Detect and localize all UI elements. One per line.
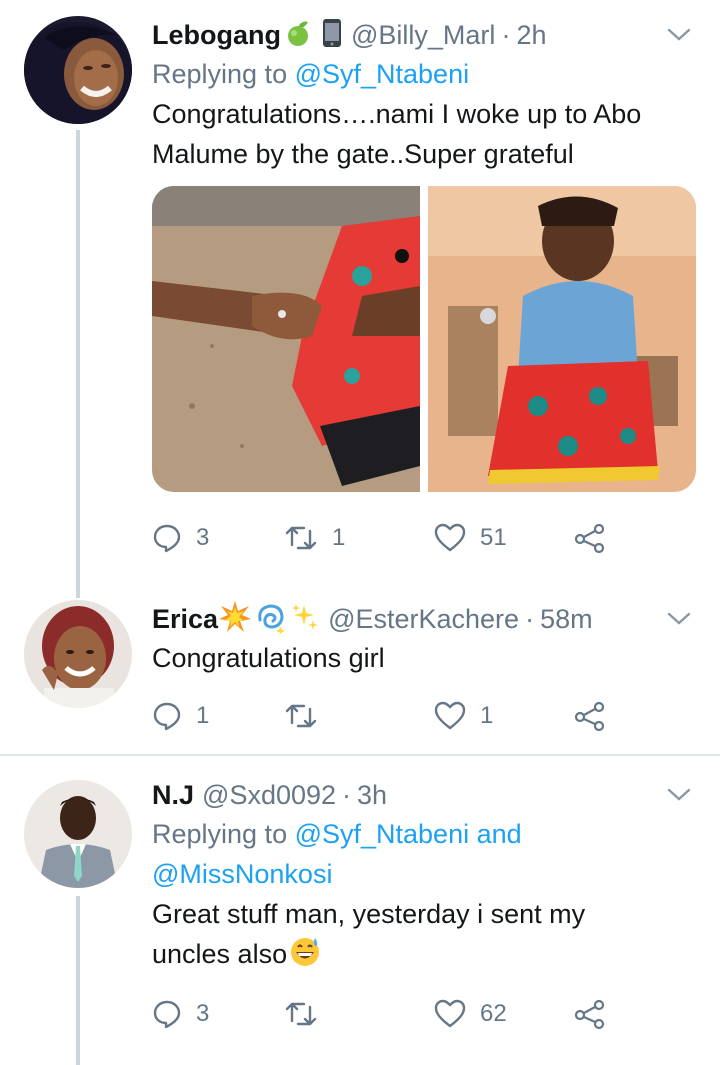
tweet-divider — [0, 754, 720, 756]
reply-count: 3 — [196, 524, 210, 551]
display-name[interactable]: N.J — [152, 780, 194, 811]
tweet-text: Congratulations girl — [152, 638, 700, 678]
like-button[interactable]: 51 — [434, 523, 574, 553]
mention-link[interactable]: @Syf_Ntabeni and — [295, 819, 522, 849]
user-handle[interactable]: @Billy_Marl — [351, 20, 495, 51]
reply-count: 3 — [196, 1000, 210, 1027]
reply-icon — [152, 701, 182, 731]
tweet-text-line: Great stuff man, yesterday i sent my — [152, 899, 586, 929]
reply-icon — [152, 999, 182, 1029]
tweet-text-line: Malume by the gate..Super grateful — [152, 139, 574, 169]
tweet-actions: 1 1 — [152, 696, 622, 736]
avatar-nj[interactable] — [24, 780, 132, 888]
tweet-actions: 3 1 51 — [152, 518, 622, 558]
collision-emoji — [218, 600, 252, 639]
dizzy-emoji — [254, 600, 288, 639]
user-handle[interactable]: @Sxd0092 — [202, 780, 336, 811]
thread-line — [76, 130, 80, 598]
mention-link[interactable]: @MissNonkosi — [152, 854, 700, 894]
like-count: 51 — [480, 524, 507, 551]
retweet-button[interactable] — [284, 701, 434, 731]
tweet-header: N.J @Sxd0092 · 3h — [152, 776, 700, 814]
reply-icon — [152, 523, 182, 553]
tweet-actions: 3 62 — [152, 994, 622, 1034]
share-button[interactable] — [574, 998, 606, 1030]
avatar-erica[interactable] — [24, 600, 132, 708]
like-button[interactable]: 1 — [434, 701, 574, 731]
share-icon — [574, 700, 606, 732]
grinning-sweat-emoji — [289, 935, 321, 978]
tweet-header: Lebogang @Billy_Marl · 2h — [152, 16, 700, 54]
green-apple-emoji — [283, 18, 313, 53]
tweet-media — [152, 186, 696, 492]
separator-dot: · — [501, 19, 511, 50]
timestamp[interactable]: 58m — [540, 604, 593, 635]
mobile-phone-emoji — [321, 18, 343, 53]
replying-prefix: Replying to — [152, 819, 295, 849]
heart-icon — [434, 999, 466, 1029]
reply-button[interactable]: 1 — [152, 701, 284, 731]
retweet-icon — [284, 701, 318, 731]
tweet-text-line: Congratulations girl — [152, 643, 385, 673]
retweet-icon — [284, 523, 318, 553]
tweet-lebogang[interactable]: Lebogang @Billy_Marl · 2h Replying to @S… — [0, 0, 720, 600]
reply-button[interactable]: 3 — [152, 999, 284, 1029]
share-icon — [574, 522, 606, 554]
user-handle[interactable]: @EsterKachere — [328, 604, 519, 635]
display-name[interactable]: Erica — [152, 604, 218, 635]
replying-to: Replying to @Syf_Ntabeni — [152, 54, 700, 94]
like-button[interactable]: 62 — [434, 999, 574, 1029]
tweet-nj[interactable]: N.J @Sxd0092 · 3h Replying to @Syf_Ntabe… — [0, 776, 720, 1065]
tweet-erica[interactable]: Erica @EsterKachere · 58m Congratulation… — [0, 600, 720, 754]
chevron-down-icon[interactable] — [666, 22, 692, 48]
sparkles-emoji — [290, 602, 320, 637]
separator-dot: · — [525, 603, 535, 634]
replying-to: Replying to @Syf_Ntabeni and @MissNonkos… — [152, 814, 700, 894]
tweet-text-line: Congratulations….nami I woke up to Abo — [152, 99, 642, 129]
share-icon — [574, 998, 606, 1030]
heart-icon — [434, 701, 466, 731]
chevron-down-icon[interactable] — [666, 606, 692, 632]
retweet-button[interactable]: 1 — [284, 523, 434, 553]
display-name[interactable]: Lebogang — [152, 20, 281, 51]
photo-seated-woman[interactable] — [428, 186, 696, 492]
tweet-text-line: uncles also — [152, 939, 288, 969]
retweet-count: 1 — [332, 524, 346, 551]
chevron-down-icon[interactable] — [666, 782, 692, 808]
mention-link[interactable]: @Syf_Ntabeni — [295, 59, 470, 89]
timestamp[interactable]: 2h — [516, 20, 546, 51]
like-count: 62 — [480, 1000, 507, 1027]
share-button[interactable] — [574, 700, 606, 732]
separator-dot: · — [342, 779, 352, 810]
tweet-text: Congratulations….nami I woke up to Abo M… — [152, 94, 700, 174]
like-count: 1 — [480, 702, 494, 729]
tweet-header: Erica @EsterKachere · 58m — [152, 600, 700, 638]
share-button[interactable] — [574, 522, 606, 554]
avatar-lebogang[interactable] — [24, 16, 132, 124]
retweet-button[interactable] — [284, 999, 434, 1029]
replying-prefix: Replying to — [152, 59, 295, 89]
tweet-text: Great stuff man, yesterday i sent my unc… — [152, 894, 700, 978]
retweet-icon — [284, 999, 318, 1029]
reply-button[interactable]: 3 — [152, 523, 284, 553]
photo-hands-ring[interactable] — [152, 186, 420, 492]
heart-icon — [434, 523, 466, 553]
reply-count: 1 — [196, 702, 210, 729]
thread-line — [76, 896, 80, 1065]
timestamp[interactable]: 3h — [357, 780, 387, 811]
